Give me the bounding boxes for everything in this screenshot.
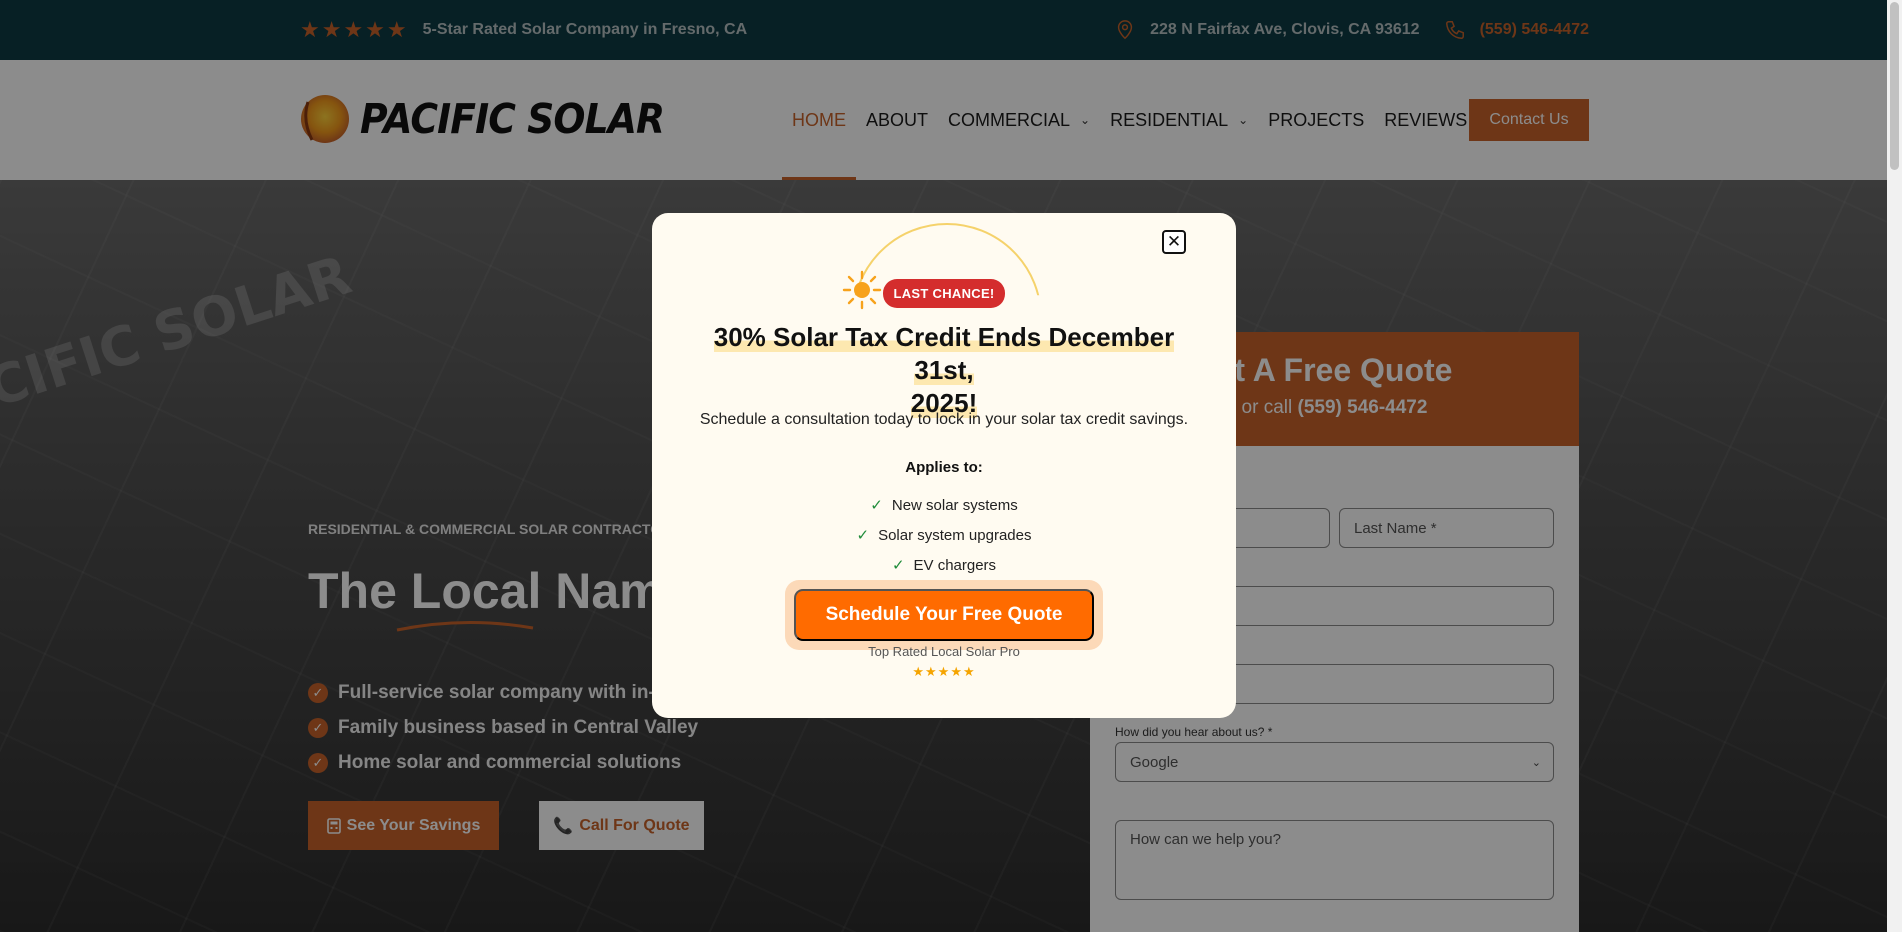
applies-to-label: Applies to: <box>905 459 983 476</box>
list-item: ✓ EV chargers <box>652 550 1236 580</box>
applies-item-text: EV chargers <box>913 556 997 574</box>
applies-list: ✓ New solar systems ✓ Solar system upgrade… <box>652 490 1236 580</box>
modal-description: Schedule a consultation today to lock in… <box>699 411 1189 428</box>
tax-credit-modal: ✕ LAST CHANCE! 30% Solar Tax Credit Ends… <box>652 213 1236 718</box>
schedule-free-quote-button[interactable]: Schedule Your Free Quote <box>794 589 1094 641</box>
sun-icon <box>842 270 882 310</box>
page-scrollbar[interactable] <box>1887 0 1902 932</box>
list-item: ✓ Solar system upgrades <box>652 520 1236 550</box>
checkmark-icon: ✓ <box>870 497 883 514</box>
checkmark-icon: ✓ <box>891 557 905 574</box>
cta-glow: Schedule Your Free Quote <box>785 580 1103 650</box>
modal-title-line1: 30% Solar Tax Credit Ends December 31st, <box>713 322 1175 385</box>
applies-item-text: New solar systems <box>891 496 1018 514</box>
list-item: ✓ New solar systems <box>652 490 1236 520</box>
last-chance-badge: LAST CHANCE! <box>883 279 1005 308</box>
checkmark-icon: ✓ <box>856 527 870 544</box>
cta-subtext: Top Rated Local Solar Pro <box>868 644 1020 659</box>
close-icon[interactable]: ✕ <box>1162 230 1186 254</box>
modal-title: 30% Solar Tax Credit Ends December 31st,… <box>682 321 1206 420</box>
applies-item-text: Solar system upgrades <box>878 526 1032 544</box>
scrollbar-thumb[interactable] <box>1890 2 1899 170</box>
rating-stars-icon: ★★★★★ <box>912 664 976 679</box>
